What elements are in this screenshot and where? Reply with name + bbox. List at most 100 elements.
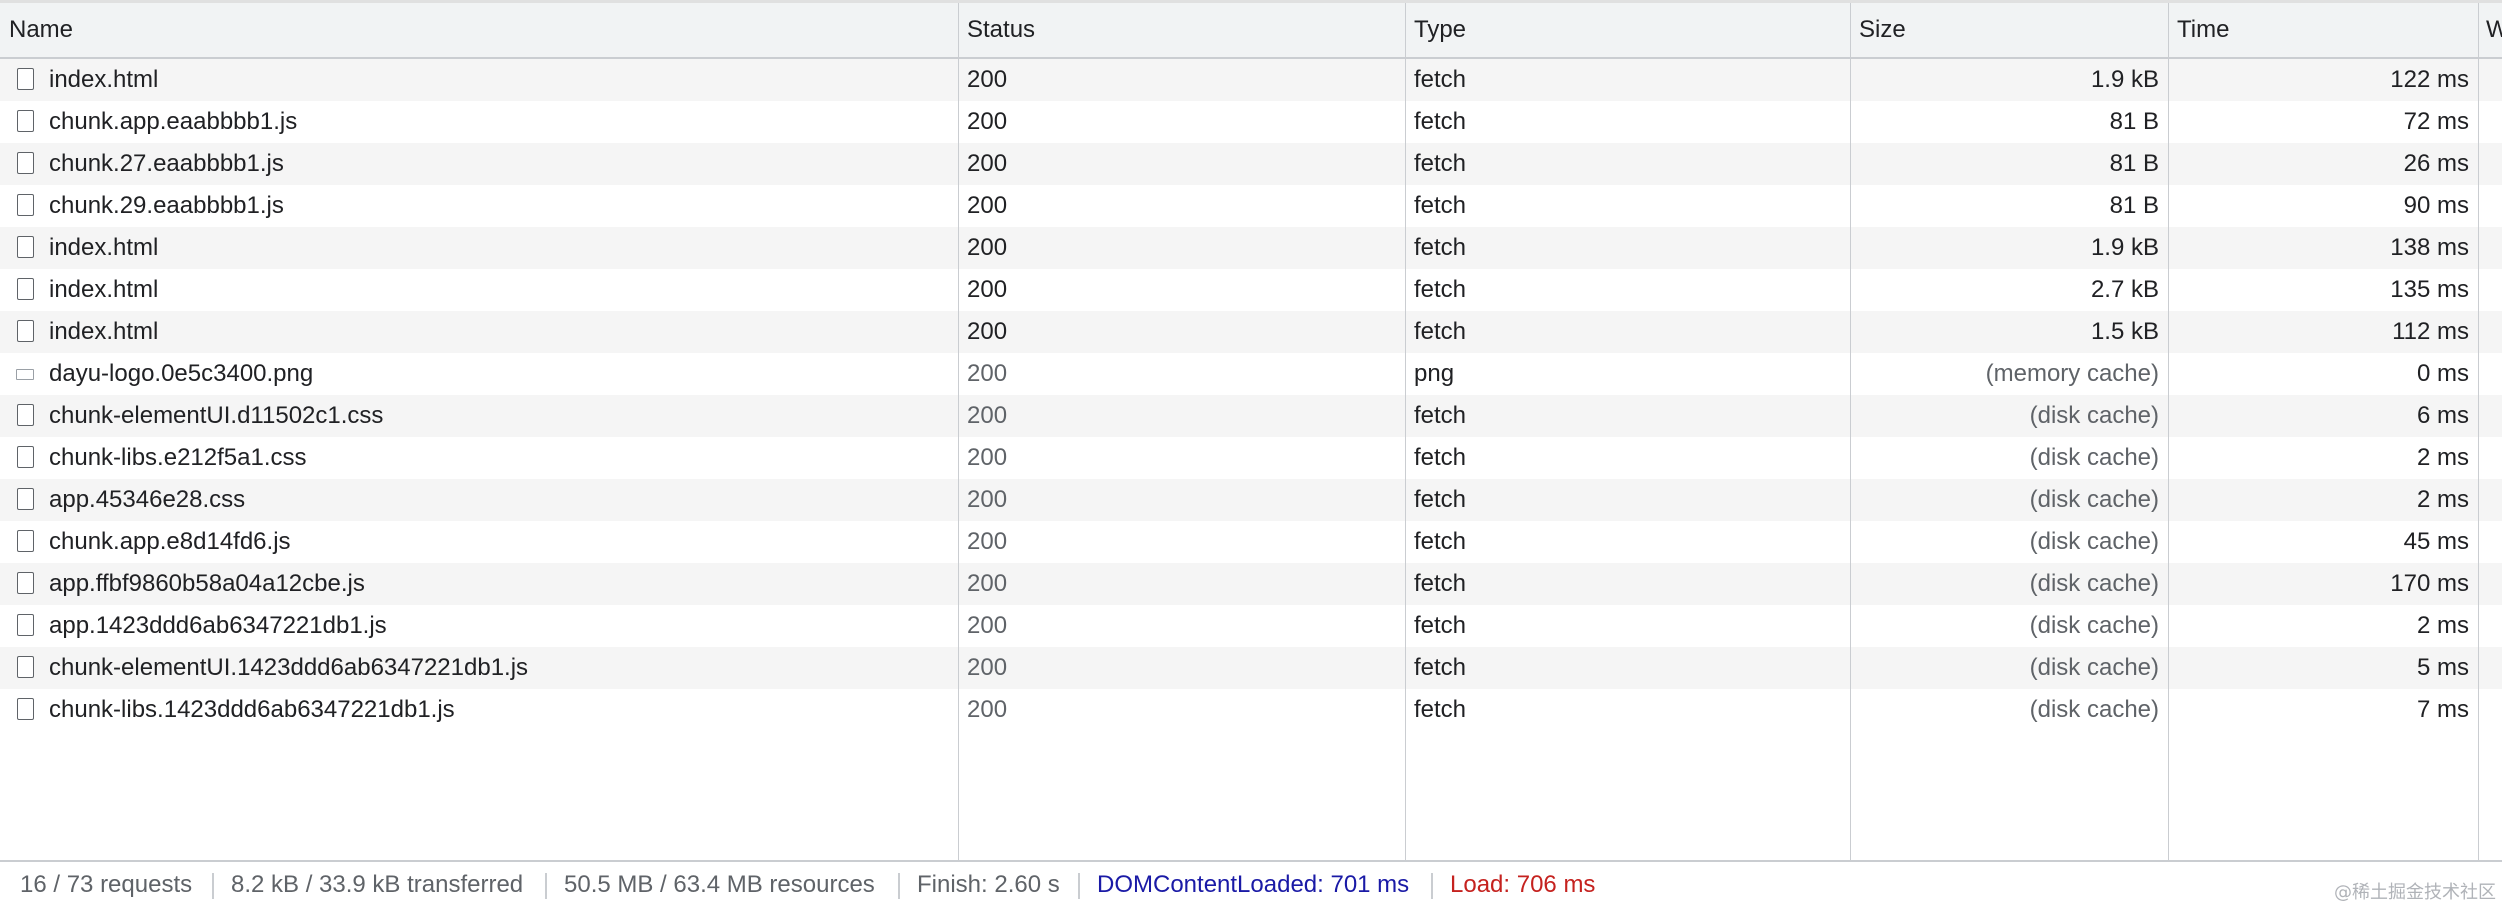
request-type: fetch [1414, 612, 1467, 639]
request-name: chunk-elementUI.d11502c1.css [49, 402, 384, 429]
table-row[interactable]: chunk.app.e8d14fd6.js 200 fetch (disk cache… [0, 521, 2502, 563]
request-name: index.html [49, 276, 159, 303]
request-time: 2 ms [2416, 486, 2469, 513]
request-time: 45 ms [2403, 528, 2469, 555]
column-header-name[interactable]: Name [0, 3, 958, 57]
column-header-status[interactable]: Status [958, 3, 1405, 57]
request-time: 2 ms [2416, 612, 2469, 639]
column-divider[interactable] [2168, 3, 2169, 860]
request-time: 122 ms [2390, 66, 2469, 93]
request-time: 112 ms [2392, 318, 2469, 345]
status-divider [1078, 873, 1080, 899]
table-row[interactable]: chunk-elementUI.1423ddd6ab6347221db1.js 2… [0, 647, 2502, 689]
table-row[interactable]: index.html 200 fetch 2.7 kB 135 ms [0, 269, 2502, 311]
table-row[interactable]: chunk-libs.1423ddd6ab6347221db1.js 200 fet… [0, 689, 2502, 731]
request-type: fetch [1414, 276, 1467, 303]
column-header-waterfall[interactable]: W [2478, 3, 2502, 57]
table-row[interactable]: app.ffbf9860b58a04a12cbe.js 200 fetch (disk… [0, 563, 2502, 605]
request-name: chunk.app.e8d14fd6.js [49, 528, 291, 555]
request-name: chunk-elementUI.1423ddd6ab6347221db1.js [49, 654, 529, 681]
request-status: 200 [967, 234, 1008, 261]
request-status: 200 [967, 654, 1008, 681]
request-status: 200 [967, 570, 1008, 597]
request-name: chunk-libs.1423ddd6ab6347221db1.js [49, 696, 455, 723]
request-status: 200 [967, 66, 1008, 93]
table-row[interactable]: chunk.app.eaabbbb1.js 200 fetch 81 B 72 ms [0, 101, 2502, 143]
table-header: Name Status Type Size Time W [0, 3, 2502, 59]
request-size: 81 B [2109, 192, 2159, 219]
request-time: 135 ms [2390, 276, 2469, 303]
request-time: 2 ms [2416, 444, 2469, 471]
column-header-time[interactable]: Time [2168, 3, 2478, 57]
request-status: 200 [967, 360, 1008, 387]
request-size: 2.7 kB [2090, 276, 2159, 303]
column-header-size[interactable]: Size [1850, 3, 2168, 57]
request-size: 81 B [2109, 108, 2159, 135]
request-status: 200 [967, 696, 1008, 723]
table-row[interactable]: chunk-elementUI.d11502c1.css 200 fetch (dis… [0, 395, 2502, 437]
request-name: app.1423ddd6ab6347221db1.js [49, 612, 387, 639]
column-divider[interactable] [1850, 3, 1851, 860]
table-row[interactable]: index.html 200 fetch 1.9 kB 122 ms [0, 59, 2502, 101]
column-divider[interactable] [958, 3, 959, 860]
request-time: 0 ms [2416, 360, 2469, 387]
request-size: (disk cache) [2029, 570, 2159, 597]
request-status: 200 [967, 318, 1008, 345]
request-size: (disk cache) [2029, 528, 2159, 555]
request-type: fetch [1414, 150, 1467, 177]
request-name: app.ffbf9860b58a04a12cbe.js [49, 570, 365, 597]
request-type: fetch [1414, 66, 1467, 93]
request-name: chunk-libs.e212f5a1.css [49, 444, 307, 471]
transferred-size: 8.2 kB / 33.9 kB transferred [231, 871, 524, 898]
column-divider[interactable] [1405, 3, 1406, 860]
request-size: (disk cache) [2029, 612, 2159, 639]
dom-content-loaded-time: DOMContentLoaded: 701 ms [1097, 871, 1410, 898]
request-size: (disk cache) [2029, 444, 2159, 471]
table-row[interactable]: chunk.27.eaabbbb1.js 200 fetch 81 B 26 ms [0, 143, 2502, 185]
table-row[interactable]: dayu-logo.0e5c3400.png 200 png (memory cach… [0, 353, 2502, 395]
request-status: 200 [967, 444, 1008, 471]
request-status: 200 [967, 486, 1008, 513]
request-name: index.html [49, 66, 159, 93]
status-divider [545, 873, 547, 899]
request-name: chunk.27.eaabbbb1.js [49, 150, 284, 177]
resources-size: 50.5 MB / 63.4 MB resources [564, 871, 875, 898]
status-divider [212, 873, 214, 899]
request-size: (disk cache) [2029, 696, 2159, 723]
table-row[interactable]: index.html 200 fetch 1.9 kB 138 ms [0, 227, 2502, 269]
request-time: 138 ms [2390, 234, 2469, 261]
request-type: fetch [1414, 444, 1467, 471]
request-size: (memory cache) [1985, 360, 2159, 387]
table-row[interactable]: app.1423ddd6ab6347221db1.js 200 fetch (disk… [0, 605, 2502, 647]
request-type: fetch [1414, 402, 1467, 429]
table-row[interactable]: app.45346e28.css 200 fetch (disk cache) 2 ms [0, 479, 2502, 521]
status-divider [1431, 873, 1433, 899]
table-row[interactable]: chunk.29.eaabbbb1.js 200 fetch 81 B 90 ms [0, 185, 2502, 227]
request-time: 6 ms [2416, 402, 2469, 429]
table-row[interactable]: index.html 200 fetch 1.5 kB 112 ms [0, 311, 2502, 353]
request-status: 200 [967, 276, 1008, 303]
request-status: 200 [967, 108, 1008, 135]
request-type: fetch [1414, 696, 1467, 723]
request-size: (disk cache) [2029, 654, 2159, 681]
finish-time: Finish: 2.60 s [917, 871, 1060, 898]
column-header-type[interactable]: Type [1405, 3, 1850, 57]
request-size: (disk cache) [2029, 402, 2159, 429]
request-name: chunk.app.eaabbbb1.js [49, 108, 298, 135]
table-row[interactable]: chunk-libs.e212f5a1.css 200 fetch (disk cac… [0, 437, 2502, 479]
column-divider[interactable] [2478, 3, 2479, 860]
request-status: 200 [967, 192, 1008, 219]
request-time: 5 ms [2416, 654, 2469, 681]
request-name: chunk.29.eaabbbb1.js [49, 192, 284, 219]
request-type: fetch [1414, 108, 1467, 135]
request-size: 1.9 kB [2090, 66, 2159, 93]
request-size: 81 B [2109, 150, 2159, 177]
request-status: 200 [967, 150, 1008, 177]
network-request-table: Name Status Type Size Time W index.html 2… [0, 3, 2502, 860]
status-divider [898, 873, 900, 899]
network-status-bar: 16 / 73 requests 8.2 kB / 33.9 kB transf… [0, 860, 2502, 908]
request-name: dayu-logo.0e5c3400.png [49, 360, 314, 387]
request-status: 200 [967, 402, 1008, 429]
request-time: 72 ms [2403, 108, 2469, 135]
request-type: fetch [1414, 192, 1467, 219]
